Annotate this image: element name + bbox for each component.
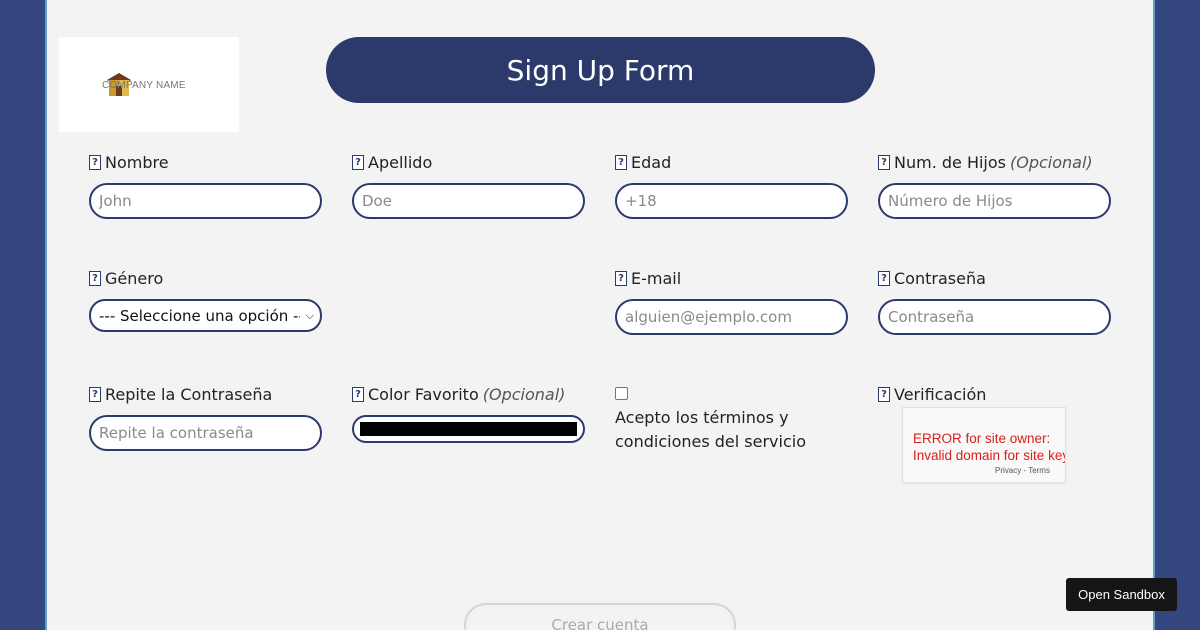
label-verification: ? Verificación: [878, 385, 986, 404]
optional-tag: (Opcional): [1010, 153, 1093, 172]
nombre-input[interactable]: [89, 183, 322, 219]
genero-selected-value: --- Seleccione una opción ---: [99, 306, 300, 325]
help-icon[interactable]: ?: [878, 271, 890, 286]
label-color: ? Color Favorito (Opcional): [352, 385, 565, 404]
help-icon[interactable]: ?: [615, 271, 627, 286]
label-nombre: ? Nombre: [89, 153, 169, 172]
company-name: COMPANY NAME: [102, 80, 186, 91]
edad-input[interactable]: [615, 183, 848, 219]
recaptcha-links[interactable]: Privacy - Terms: [995, 466, 1050, 475]
recaptcha-widget[interactable]: ERROR for site owner: Invalid domain for…: [902, 407, 1066, 483]
help-icon[interactable]: ?: [615, 155, 627, 170]
help-icon[interactable]: ?: [878, 155, 890, 170]
optional-tag: (Opcional): [482, 385, 566, 404]
label-repeat-password: ? Repite la Contraseña: [89, 385, 272, 404]
help-icon[interactable]: ?: [89, 155, 101, 170]
label-edad: ? Edad: [615, 153, 671, 172]
label-genero: ? Género: [89, 269, 163, 288]
help-icon[interactable]: ?: [352, 387, 364, 402]
email-input[interactable]: [615, 299, 848, 335]
label-hijos: ? Num. de Hijos (Opcional): [878, 153, 1093, 172]
terms-label: Acepto los términos y condiciones del se…: [615, 408, 806, 451]
label-password: ? Contraseña: [878, 269, 986, 288]
help-icon[interactable]: ?: [89, 387, 101, 402]
recaptcha-error: ERROR for site owner: Invalid domain for…: [913, 431, 1066, 463]
color-picker[interactable]: [352, 415, 585, 443]
help-icon[interactable]: ?: [352, 155, 364, 170]
terms-checkbox[interactable]: [615, 387, 628, 400]
page-title: Sign Up Form: [326, 37, 875, 103]
chevron-down-icon: ⌵: [305, 308, 314, 322]
label-email: ? E-mail: [615, 269, 681, 288]
label-apellido: ? Apellido: [352, 153, 432, 172]
hijos-input[interactable]: [878, 183, 1111, 219]
repeat-password-input[interactable]: [89, 415, 322, 451]
password-input[interactable]: [878, 299, 1111, 335]
help-icon[interactable]: ?: [89, 271, 101, 286]
create-account-button[interactable]: Crear cuenta: [464, 603, 736, 630]
genero-select[interactable]: --- Seleccione una opción --- ⌵: [89, 299, 322, 332]
apellido-input[interactable]: [352, 183, 585, 219]
open-sandbox-button[interactable]: Open Sandbox: [1066, 578, 1177, 611]
color-swatch: [360, 422, 577, 436]
help-icon[interactable]: ?: [878, 387, 890, 402]
